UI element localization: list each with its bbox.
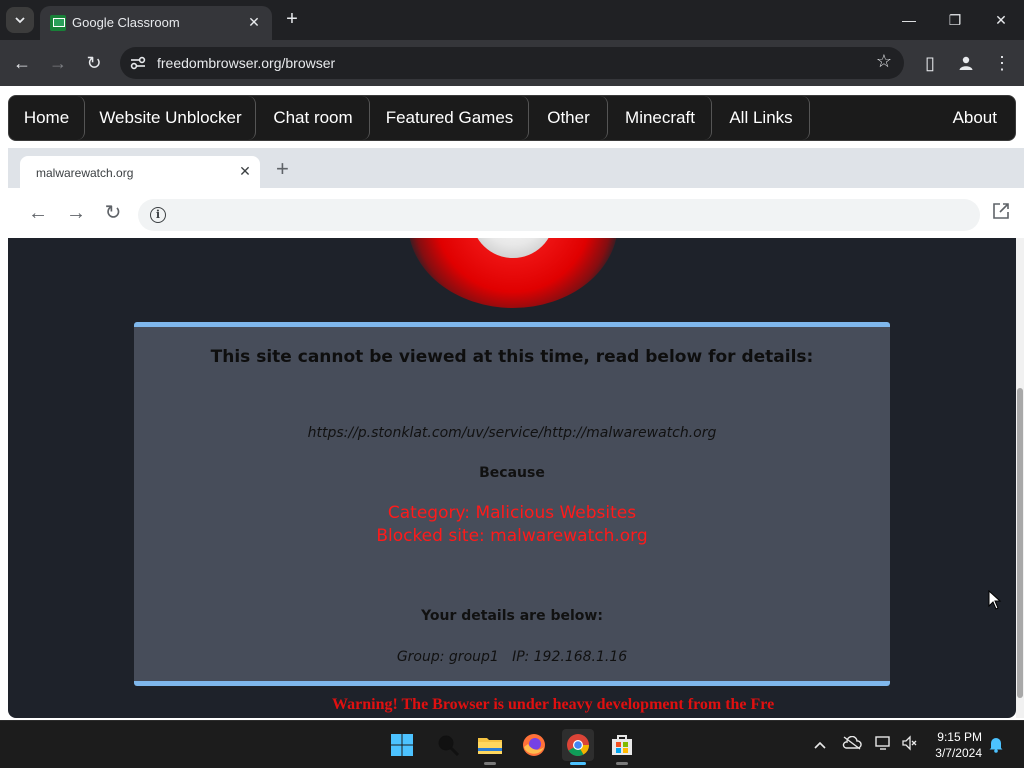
inner-scrollbar[interactable]: [1016, 238, 1024, 718]
chevron-down-icon: [15, 17, 25, 24]
forward-button[interactable]: →: [44, 49, 72, 77]
close-window-button[interactable]: ✕: [978, 6, 1024, 34]
running-indicator: [616, 762, 628, 765]
inner-address-bar[interactable]: i: [138, 199, 980, 231]
nav-home[interactable]: Home: [9, 96, 85, 140]
nav-website-unblocker[interactable]: Website Unblocker: [86, 96, 256, 140]
inner-tab-strip: malwarewatch.org ✕ +: [8, 148, 1024, 188]
blocked-url: https://p.stonklat.com/uv/service/http:/…: [307, 425, 717, 441]
store-button[interactable]: [606, 729, 638, 765]
mouse-cursor-icon: [988, 590, 1002, 610]
address-bar[interactable]: freedombrowser.org/browser ☆: [120, 47, 904, 79]
tab-title: Google Classroom: [72, 15, 180, 30]
inner-forward-button[interactable]: →: [64, 201, 88, 225]
file-explorer-icon: [478, 738, 502, 754]
store-icon: [612, 735, 632, 755]
clock-date: 3/7/2024: [935, 746, 982, 760]
new-tab-button[interactable]: +: [282, 8, 302, 32]
block-notice-panel: This site cannot be viewed at this time,…: [134, 322, 890, 686]
nav-all-links[interactable]: All Links: [713, 96, 810, 140]
menu-icon[interactable]: ⋮: [988, 49, 1016, 77]
browser-tab-google-classroom[interactable]: Google Classroom ✕: [40, 6, 272, 40]
search-icon: [438, 735, 460, 757]
block-title: This site cannot be viewed at this time,…: [210, 347, 814, 367]
onedrive-icon[interactable]: [842, 735, 862, 755]
development-warning: Warning! The Browser is under heavy deve…: [332, 696, 775, 713]
restore-button[interactable]: ❐: [932, 6, 978, 34]
open-external-icon[interactable]: [992, 202, 1010, 220]
taskbar-search-button[interactable]: [432, 729, 464, 761]
url-text: freedombrowser.org/browser: [157, 55, 336, 71]
blocked-site: Blocked site: malwarewatch.org: [376, 526, 648, 546]
firefox-icon: [523, 734, 545, 756]
minimize-button[interactable]: —: [886, 6, 932, 34]
show-hidden-icons-chevron-icon[interactable]: [810, 735, 830, 755]
back-button[interactable]: ←: [8, 49, 36, 77]
windows-taskbar: 9:15 PM 3/7/2024: [0, 720, 1024, 768]
running-indicator: [484, 762, 496, 765]
system-clock[interactable]: 9:15 PM 3/7/2024: [935, 729, 982, 761]
volume-muted-icon[interactable]: [900, 735, 920, 755]
google-classroom-icon: [50, 15, 66, 31]
file-explorer-button[interactable]: [474, 729, 506, 765]
group-ip-info: Group: group1 IP: 192.168.1.16: [396, 649, 628, 665]
because-label: Because: [479, 465, 545, 481]
chrome-icon: [567, 734, 589, 756]
scrollbar-thumb[interactable]: [1017, 388, 1023, 698]
chrome-toolbar: ← → ↻ freedombrowser.org/browser ☆ ▯ ⋮: [0, 40, 1024, 86]
nav-about[interactable]: About: [953, 96, 997, 140]
inner-tab-malwarewatch[interactable]: malwarewatch.org ✕: [20, 156, 260, 188]
inner-tab-title: malwarewatch.org: [36, 166, 134, 180]
start-icon: [391, 734, 413, 756]
profile-icon[interactable]: [952, 49, 980, 77]
clock-time: 9:15 PM: [937, 730, 982, 744]
start-button[interactable]: [386, 729, 418, 761]
nav-minecraft[interactable]: Minecraft: [609, 96, 712, 140]
blocked-page-viewport: This site cannot be viewed at this time,…: [8, 238, 1016, 718]
chrome-title-bar: Google Classroom ✕ + — ❐ ✕: [0, 0, 1024, 40]
info-icon[interactable]: i: [150, 207, 166, 223]
chrome-button[interactable]: [562, 729, 594, 765]
inner-new-tab-button[interactable]: +: [276, 156, 289, 182]
inner-toolbar: ← → ↻ i: [8, 188, 1024, 238]
details-heading: Your details are below:: [421, 608, 603, 624]
inner-reload-button[interactable]: ↻: [101, 201, 125, 225]
site-settings-icon[interactable]: [128, 53, 148, 73]
nav-featured-games[interactable]: Featured Games: [371, 96, 529, 140]
inner-back-button[interactable]: ←: [26, 201, 50, 225]
web-page: Home Website Unblocker Chat room Feature…: [0, 86, 1024, 720]
bookmark-star-icon[interactable]: ☆: [876, 51, 892, 72]
tab-search-button[interactable]: [6, 7, 34, 33]
active-indicator: [570, 762, 586, 765]
site-navigation: Home Website Unblocker Chat room Feature…: [8, 95, 1016, 141]
network-icon[interactable]: [874, 735, 894, 755]
reload-button[interactable]: ↻: [80, 49, 108, 77]
close-icon[interactable]: ✕: [236, 162, 254, 180]
side-panel-icon[interactable]: ▯: [916, 49, 944, 77]
block-category: Category: Malicious Websites: [387, 503, 637, 523]
nav-chat-room[interactable]: Chat room: [257, 96, 370, 140]
notifications-bell-icon[interactable]: [986, 735, 1006, 755]
nav-other[interactable]: Other: [530, 96, 608, 140]
close-tab-icon[interactable]: ✕: [244, 12, 264, 32]
firefox-button[interactable]: [518, 729, 550, 761]
